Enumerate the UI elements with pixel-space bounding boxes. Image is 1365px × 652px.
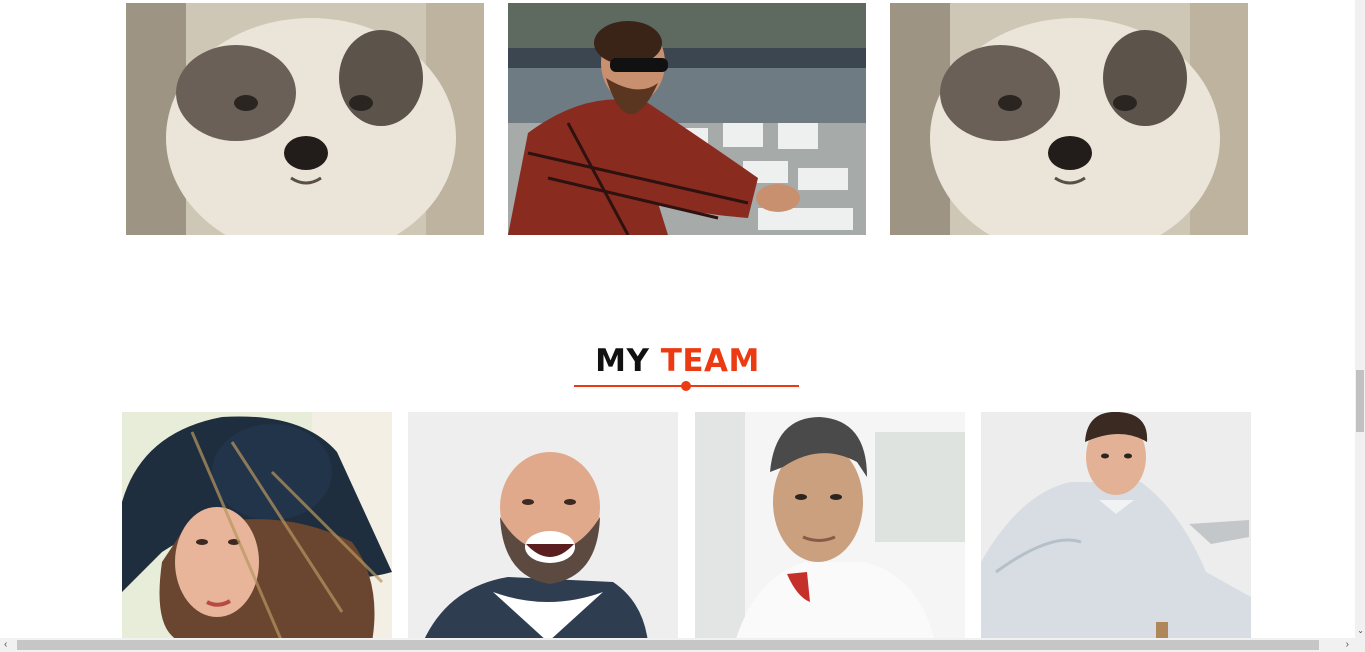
team-member-3[interactable] — [695, 412, 965, 642]
puppy-image — [890, 3, 1248, 235]
vertical-scrollbar-thumb[interactable] — [1356, 370, 1364, 432]
horizontal-scrollbar-thumb[interactable] — [17, 640, 1319, 650]
team-member-1[interactable] — [122, 412, 392, 642]
puppy-image — [126, 3, 484, 235]
gallery-image-bearded-man[interactable] — [508, 3, 866, 235]
man-with-tablet-photo — [981, 412, 1251, 642]
woman-in-hat-photo — [122, 412, 392, 642]
man-white-polo-photo — [695, 412, 965, 642]
gallery-image-puppy-2[interactable] — [890, 3, 1248, 235]
scroll-left-arrow-icon[interactable]: ‹ — [4, 639, 7, 651]
vertical-scrollbar[interactable]: ⌄ — [1355, 0, 1365, 640]
horizontal-scrollbar[interactable]: ‹ › — [0, 638, 1365, 652]
scroll-right-arrow-icon[interactable]: › — [1346, 639, 1349, 651]
laughing-bald-man-photo — [408, 412, 678, 642]
title-word-my: MY — [595, 343, 650, 379]
team-section-title: MY TEAM — [0, 339, 1355, 383]
scroll-down-arrow-icon[interactable]: ⌄ — [1357, 627, 1364, 635]
team-member-2[interactable] — [408, 412, 678, 642]
team-member-4[interactable] — [981, 412, 1251, 642]
gallery-image-puppy-1[interactable] — [126, 3, 484, 235]
bearded-man-image — [508, 3, 866, 235]
title-divider-dot — [681, 381, 691, 391]
title-word-team: TEAM — [660, 343, 760, 379]
